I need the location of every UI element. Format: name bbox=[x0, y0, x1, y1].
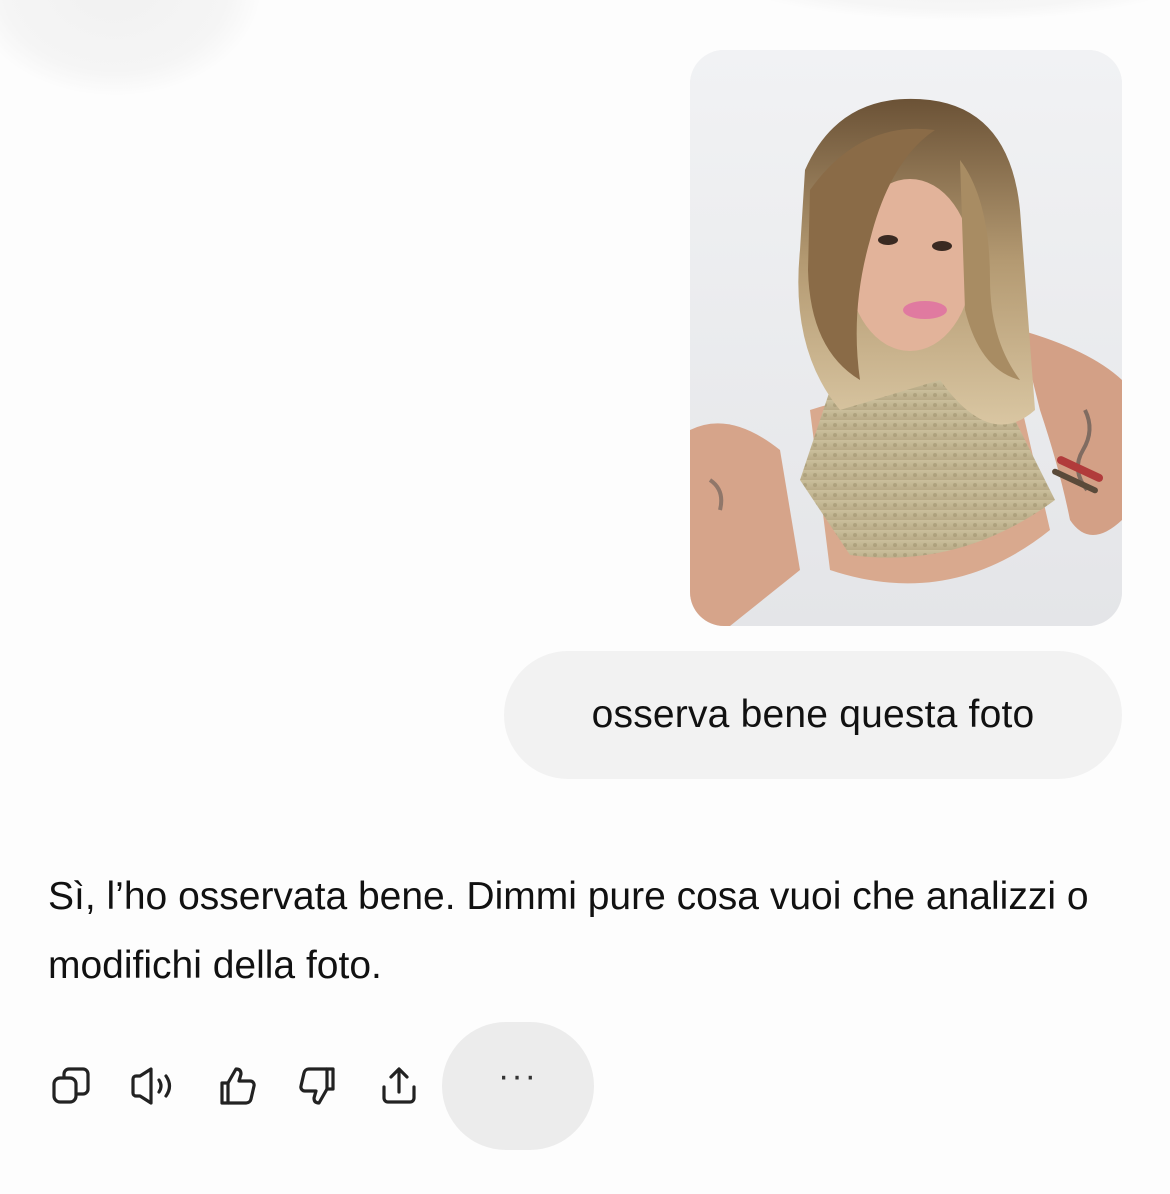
more-icon: ··· bbox=[498, 1057, 538, 1095]
photo-illustration bbox=[690, 50, 1122, 626]
user-message-bubble: osserva bene questa foto bbox=[504, 651, 1122, 779]
message-actions-bar: ··· bbox=[44, 1022, 604, 1150]
dislike-button[interactable] bbox=[293, 1063, 343, 1109]
chat-page: osserva bene questa foto Sì, l’ho osserv… bbox=[0, 0, 1170, 1194]
thumbs-up-icon bbox=[220, 1067, 256, 1105]
share-icon bbox=[382, 1067, 416, 1104]
share-button[interactable] bbox=[374, 1063, 424, 1109]
attached-photo[interactable] bbox=[690, 50, 1122, 626]
previous-element-shadow bbox=[0, 0, 260, 95]
previous-element-shadow bbox=[720, 0, 1170, 20]
user-message-text: osserva bene questa foto bbox=[591, 693, 1035, 736]
thumbs-down-icon bbox=[299, 1067, 335, 1105]
read-aloud-button[interactable] bbox=[129, 1063, 179, 1109]
more-options-button[interactable]: ··· bbox=[442, 1022, 594, 1150]
like-button[interactable] bbox=[212, 1063, 262, 1109]
speaker-icon bbox=[131, 1067, 172, 1105]
copy-icon bbox=[52, 1067, 90, 1104]
assistant-message-text: Sì, l’ho osservata bene. Dimmi pure cosa… bbox=[48, 875, 1089, 987]
copy-button[interactable] bbox=[46, 1063, 96, 1109]
